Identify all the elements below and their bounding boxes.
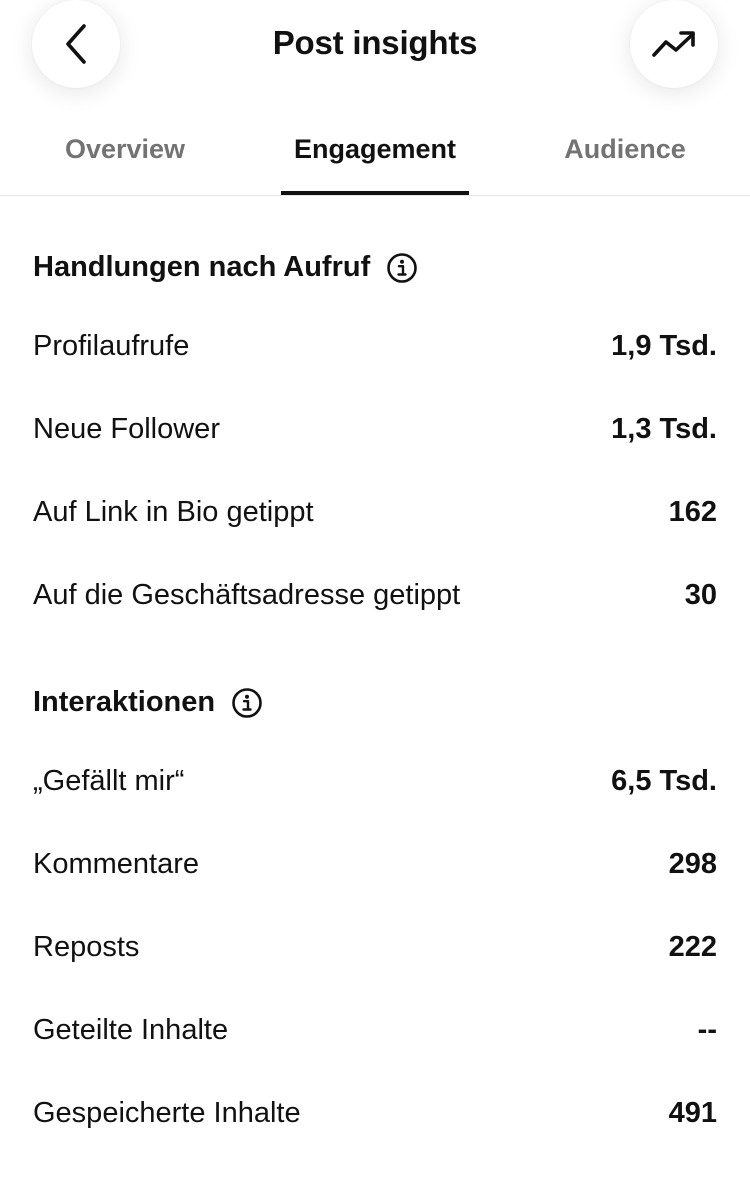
row-label: Geteilte Inhalte: [33, 1013, 229, 1046]
top-bar: Post insights Overview Engagement Audien…: [0, 0, 750, 196]
list-item: Kommentare 298: [33, 844, 717, 884]
row-value: 491: [668, 1096, 717, 1129]
row-value: 298: [668, 847, 717, 880]
row-label: Auf die Geschäftsadresse getippt: [33, 578, 461, 611]
trending-up-icon: [652, 31, 695, 57]
section-title-text: Interaktionen: [33, 686, 216, 718]
list-item: Profilaufrufe 1,9 Tsd.: [33, 326, 717, 366]
row-label: „Gefällt mir“: [33, 764, 185, 797]
section-title-text: Handlungen nach Aufruf: [33, 251, 371, 283]
row-value: 30: [684, 578, 717, 611]
list-item: Neue Follower 1,3 Tsd.: [33, 409, 717, 449]
row-value: 6,5 Tsd.: [611, 764, 717, 797]
row-label: Kommentare: [33, 847, 200, 880]
row-value: --: [697, 1013, 717, 1046]
active-tab-indicator: [281, 191, 469, 195]
section-title-interactions: Interaktionen: [33, 686, 263, 719]
tab-engagement[interactable]: Engagement: [250, 134, 500, 165]
row-value: 1,3 Tsd.: [611, 412, 717, 445]
trend-button[interactable]: [630, 0, 718, 88]
row-value: 222: [668, 930, 717, 963]
section-title-actions: Handlungen nach Aufruf: [33, 251, 418, 284]
row-label: Neue Follower: [33, 412, 220, 445]
list-item: Auf Link in Bio getippt 162: [33, 492, 717, 532]
row-label: Profilaufrufe: [33, 329, 190, 362]
info-icon[interactable]: [231, 687, 263, 719]
list-item: Geteilte Inhalte --: [33, 1010, 717, 1050]
list-item: Auf die Geschäftsadresse getippt 30: [33, 575, 717, 615]
list-item: Gespeicherte Inhalte 491: [33, 1093, 717, 1133]
row-value: 1,9 Tsd.: [611, 329, 717, 362]
info-icon[interactable]: [386, 252, 418, 284]
tab-audience[interactable]: Audience: [500, 134, 750, 165]
row-label: Auf Link in Bio getippt: [33, 495, 314, 528]
row-value: 162: [668, 495, 717, 528]
tab-overview[interactable]: Overview: [0, 134, 250, 165]
row-label: Gespeicherte Inhalte: [33, 1096, 301, 1129]
list-item: „Gefällt mir“ 6,5 Tsd.: [33, 761, 717, 801]
list-item: Reposts 222: [33, 927, 717, 967]
row-label: Reposts: [33, 930, 140, 963]
